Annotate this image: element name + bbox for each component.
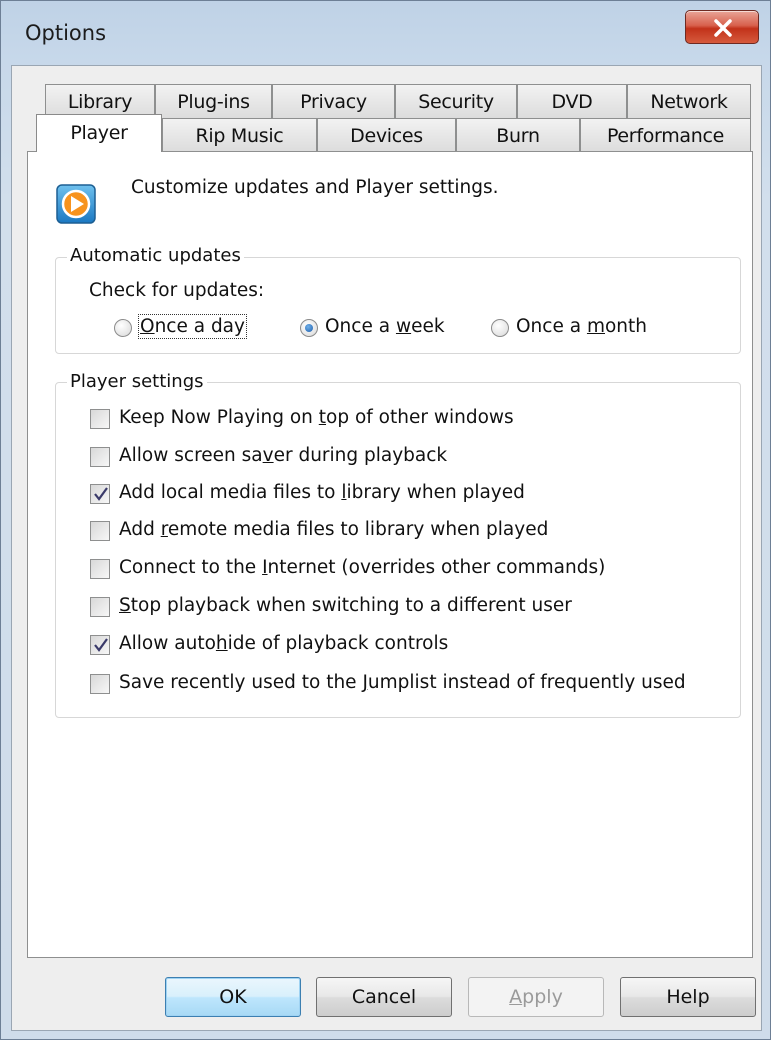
checkbox-label[interactable]: Allow autohide of playback controls <box>119 633 448 654</box>
checkbox-label[interactable]: Stop playback when switching to a differ… <box>119 595 572 616</box>
radio-once-a-month-label[interactable]: Once a month <box>516 316 647 337</box>
radio-once-a-day-label[interactable]: Once a day <box>138 314 247 339</box>
checkbox-label[interactable]: Save recently used to the Jumplist inste… <box>119 672 686 693</box>
checkmark-icon <box>94 638 108 652</box>
tab-plug-ins[interactable]: Plug-ins <box>155 84 272 118</box>
tab-privacy[interactable]: Privacy <box>272 84 395 118</box>
radio-once-a-week-label[interactable]: Once a week <box>325 316 445 337</box>
checkbox-save-recently-used-jumplist[interactable] <box>90 674 110 694</box>
checkbox-label[interactable]: Add remote media files to library when p… <box>119 519 548 540</box>
tab-performance[interactable]: Performance <box>580 118 751 152</box>
checkbox-stop-playback-switching-user[interactable] <box>90 597 110 617</box>
checkbox-allow-screen-saver[interactable] <box>90 447 110 467</box>
automatic-updates-label: Automatic updates <box>67 245 244 266</box>
checkmark-icon <box>94 487 108 501</box>
tab-network[interactable]: Network <box>627 84 751 118</box>
player-settings-label: Player settings <box>67 371 207 392</box>
checkbox-keep-now-playing-on-top[interactable] <box>90 409 110 429</box>
ok-button[interactable]: OK <box>165 977 301 1017</box>
checkbox-label[interactable]: Allow screen saver during playback <box>119 445 447 466</box>
help-button[interactable]: Help <box>620 977 756 1017</box>
automatic-updates-group <box>55 257 741 354</box>
player-settings-group <box>55 382 741 718</box>
tab-player[interactable]: Player <box>36 114 162 152</box>
title-bar[interactable]: Options <box>1 1 770 67</box>
tab-rip-music[interactable]: Rip Music <box>162 118 317 152</box>
media-player-icon <box>56 184 96 224</box>
radio-once-a-month[interactable] <box>491 319 509 337</box>
checkbox-add-local-media-files[interactable] <box>90 484 110 504</box>
radio-once-a-day[interactable] <box>114 319 132 337</box>
intro-text: Customize updates and Player settings. <box>131 177 499 198</box>
close-button[interactable] <box>685 10 759 44</box>
tab-dvd[interactable]: DVD <box>517 84 627 118</box>
checkbox-label[interactable]: Add local media files to library when pl… <box>119 482 525 503</box>
window-title: Options <box>25 21 107 45</box>
apply-button[interactable]: Apply <box>468 977 604 1017</box>
close-icon <box>714 19 732 37</box>
tab-devices[interactable]: Devices <box>317 118 456 152</box>
tab-security[interactable]: Security <box>395 84 517 118</box>
checkbox-allow-autohide-controls[interactable] <box>90 635 110 655</box>
tab-library[interactable]: Library <box>45 84 155 118</box>
checkbox-connect-to-internet[interactable] <box>90 559 110 579</box>
check-for-updates-label: Check for updates: <box>89 280 265 301</box>
checkbox-label[interactable]: Keep Now Playing on top of other windows <box>119 407 514 428</box>
options-window: Options Library Plug-ins Privacy Securit… <box>0 0 771 1040</box>
checkbox-label[interactable]: Connect to the Internet (overrides other… <box>119 557 605 578</box>
tab-burn[interactable]: Burn <box>456 118 580 152</box>
cancel-button[interactable]: Cancel <box>316 977 452 1017</box>
radio-once-a-week[interactable] <box>300 319 318 337</box>
checkbox-add-remote-media-files[interactable] <box>90 521 110 541</box>
